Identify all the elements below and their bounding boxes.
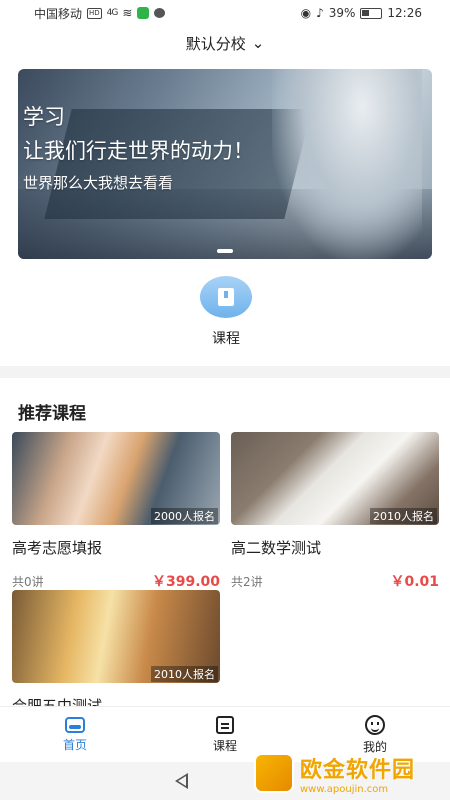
course-card[interactable]: 2010人报名 合肥五中测试 [12, 590, 220, 716]
message-icon [154, 8, 166, 18]
signup-count: 2010人报名 [151, 666, 218, 682]
carrier-label: 中国移动 [34, 6, 83, 21]
watermark-text: 欧金软件园 [300, 757, 416, 783]
course-circle [200, 276, 252, 318]
lesson-count: 共0讲 [12, 574, 44, 589]
chevron-down-icon: ⌄ [251, 34, 265, 52]
eye-icon: ◉ [300, 6, 312, 20]
back-icon[interactable] [174, 773, 188, 789]
nav-home-label: 首页 [62, 737, 87, 752]
mute-icon: ♪ [316, 6, 324, 20]
banner-title: 学习 [23, 105, 65, 129]
course-image: 2000人报名 [12, 432, 220, 525]
course-price: ￥0.01 [390, 574, 439, 590]
hd-badge: HD [87, 7, 102, 19]
section-title: 推荐课程 [18, 404, 86, 424]
course-price: ￥399.00 [151, 574, 220, 590]
calendar-icon [216, 715, 234, 734]
course-image: 2010人报名 [12, 590, 220, 683]
watermark: 欧金软件园 www.apoujin.com [254, 746, 444, 800]
signal-label: 4G [106, 8, 119, 18]
course-title: 高二数学测试 [231, 539, 322, 557]
clock: 12:26 [387, 6, 422, 20]
carousel-indicator[interactable] [217, 249, 233, 253]
signup-count: 2000人报名 [151, 508, 218, 524]
status-bar: 中国移动 HD 4G ≋ ◉ ♪ 39% 12:26 [0, 0, 450, 26]
course-title: 高考志愿填报 [12, 539, 103, 557]
nav-home[interactable]: 首页 [0, 707, 150, 762]
course-meta: 共0讲 ￥399.00 [12, 571, 220, 591]
home-icon [65, 716, 85, 733]
signup-count: 2010人报名 [370, 508, 437, 524]
smile-icon [365, 714, 385, 735]
battery-percent: 39% [328, 6, 356, 20]
campus-selector[interactable]: 默认分校 ⌄ [0, 26, 450, 60]
course-shortcut[interactable]: 课程 [196, 276, 256, 348]
banner-subtitle: 世界那么大我想去看看 [23, 174, 174, 192]
course-card[interactable]: 2010人报名 高二数学测试 共2讲 ￥0.01 [231, 432, 439, 591]
course-shortcut-label: 课程 [212, 331, 240, 347]
wifi-icon: ≋ [122, 6, 133, 20]
campus-label: 默认分校 [185, 34, 246, 53]
watermark-logo-icon [254, 753, 294, 793]
course-card[interactable]: 2000人报名 高考志愿填报 共0讲 ￥399.00 [12, 432, 220, 591]
nav-courses-label: 课程 [212, 738, 237, 753]
battery-icon [360, 7, 383, 19]
book-icon [218, 288, 234, 306]
banner-carousel[interactable]: 学习 让我们行走世界的动力！ 世界那么大我想去看看 [18, 69, 432, 259]
course-meta: 共2讲 ￥0.01 [231, 571, 439, 591]
banner-headline: 让我们行走世界的动力！ [23, 139, 254, 163]
section-divider [0, 366, 450, 378]
app-notification-icon [137, 7, 150, 19]
lesson-count: 共2讲 [231, 574, 263, 589]
watermark-url: www.apoujin.com [300, 783, 389, 795]
course-image: 2010人报名 [231, 432, 439, 525]
banner-person-shape [272, 69, 422, 259]
